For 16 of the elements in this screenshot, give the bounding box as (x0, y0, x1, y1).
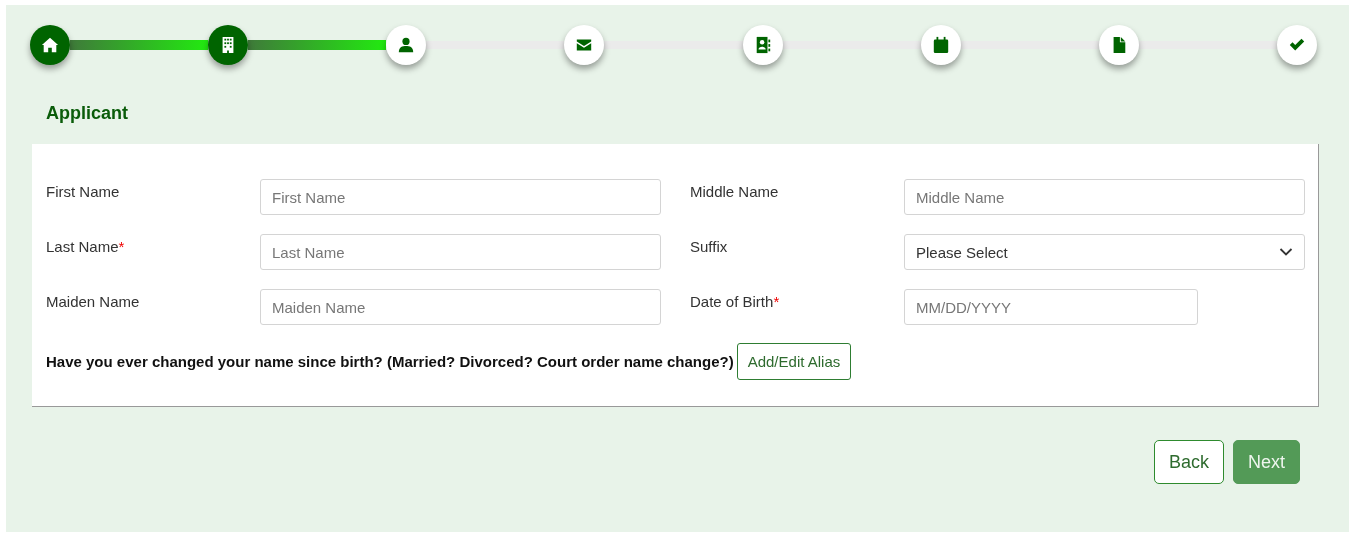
back-button[interactable]: Back (1153, 440, 1224, 484)
date-field[interactable]: MM/DD/YYYY (904, 289, 1198, 325)
input-field[interactable]: Maiden Name (260, 289, 661, 325)
field-label: Suffix (690, 237, 729, 257)
input-field[interactable]: Middle Name (904, 179, 1305, 215)
field-label: Middle Name (690, 182, 780, 202)
field-label: Date of Birth* (690, 292, 781, 312)
add-edit-alias-button[interactable]: Add/Edit Alias (736, 343, 852, 380)
input-field[interactable]: Last Name (260, 234, 661, 270)
alias-question: Have you ever changed your name since birth? (Married? Divorced? Court order name change?) (46, 353, 734, 370)
select-dropdown[interactable]: Please Select (904, 234, 1305, 270)
input-field[interactable]: First Name (260, 179, 661, 215)
field-label: First Name (46, 182, 121, 202)
field-label: Maiden Name (46, 292, 141, 312)
section-title: Applicant (46, 102, 129, 124)
field-label: Last Name* (46, 237, 126, 257)
